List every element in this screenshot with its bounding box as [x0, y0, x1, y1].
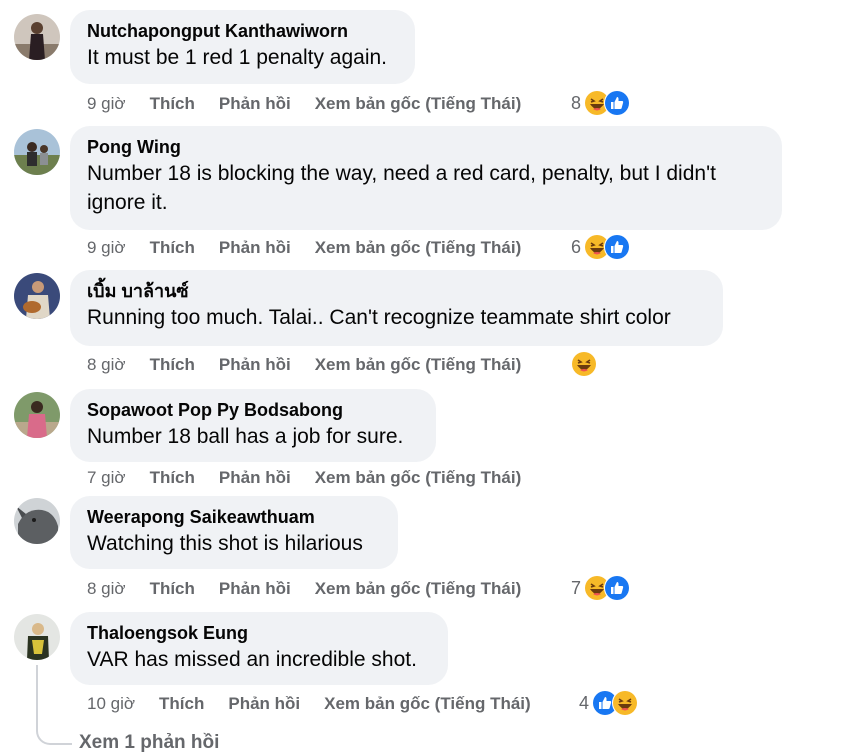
reply-button[interactable]: Phản hồi — [219, 94, 291, 114]
see-original-button[interactable]: Xem bản gốc (Tiếng Thái) — [315, 468, 522, 488]
comment-actions: 10 giờ Thích Phản hồi Xem bản gốc (Tiếng… — [87, 691, 531, 717]
avatar[interactable] — [14, 392, 60, 438]
comment-actions: 9 giờ Thích Phản hồi Xem bản gốc (Tiếng … — [87, 235, 521, 261]
haha-icon — [571, 351, 597, 377]
comment-timestamp[interactable]: 8 giờ — [87, 579, 126, 599]
comment-actions: 9 giờ Thích Phản hồi Xem bản gốc (Tiếng … — [87, 91, 521, 117]
like-button[interactable]: Thích — [150, 579, 195, 599]
see-original-button[interactable]: Xem bản gốc (Tiếng Thái) — [324, 694, 531, 714]
avatar[interactable] — [14, 129, 60, 175]
comment-actions: 7 giờ Thích Phản hồi Xem bản gốc (Tiếng … — [87, 465, 521, 491]
comment-author[interactable]: Nutchapongput Kanthawiworn — [87, 19, 397, 43]
comment-timestamp[interactable]: 10 giờ — [87, 694, 135, 714]
avatar[interactable] — [14, 14, 60, 60]
comment-author[interactable]: Sopawoot Pop Py Bodsabong — [87, 398, 418, 422]
like-button[interactable]: Thích — [150, 238, 195, 258]
comment-author[interactable]: Thaloengsok Eung — [87, 621, 430, 645]
comment-author[interactable]: Weerapong Saikeawthuam — [87, 505, 380, 529]
like-icon — [604, 90, 631, 116]
comment-text: Running too much. Talai.. Can't recogniz… — [87, 306, 671, 329]
comment-bubble: Thaloengsok Eung VAR has missed an incre… — [70, 612, 448, 685]
see-original-button[interactable]: Xem bản gốc (Tiếng Thái) — [315, 355, 522, 375]
comment-actions: 8 giờ Thích Phản hồi Xem bản gốc (Tiếng … — [87, 352, 521, 378]
comment-timestamp[interactable]: 7 giờ — [87, 468, 126, 488]
comment-text: Watching this shot is hilarious — [87, 532, 363, 555]
comment-bubble: Weerapong Saikeawthuam Watching this sho… — [70, 496, 398, 569]
comment-text: Number 18 is blocking the way, need a re… — [87, 162, 716, 214]
like-button[interactable]: Thích — [159, 694, 204, 714]
comment-timestamp[interactable]: 8 giờ — [87, 355, 126, 375]
see-original-button[interactable]: Xem bản gốc (Tiếng Thái) — [315, 94, 522, 114]
reply-button[interactable]: Phản hồi — [219, 468, 291, 488]
comment-text: VAR has missed an incredible shot. — [87, 648, 417, 671]
like-button[interactable]: Thích — [150, 355, 195, 375]
reaction-summary[interactable]: 7 — [571, 574, 631, 602]
reply-button[interactable]: Phản hồi — [219, 355, 291, 375]
comment-author[interactable]: เบิ้ม บาล้านซ์ — [87, 279, 705, 303]
like-button[interactable]: Thích — [150, 94, 195, 114]
reaction-count: 8 — [571, 92, 582, 113]
reaction-summary[interactable]: 4 — [579, 689, 639, 717]
reaction-summary[interactable]: 6 — [571, 233, 631, 261]
see-original-button[interactable]: Xem bản gốc (Tiếng Thái) — [315, 579, 522, 599]
reaction-summary[interactable]: 8 — [571, 89, 631, 117]
comment-text: It must be 1 red 1 penalty again. — [87, 46, 388, 69]
comment-bubble: Pong Wing Number 18 is blocking the way,… — [70, 126, 782, 230]
avatar[interactable] — [14, 273, 60, 319]
reaction-summary[interactable] — [568, 350, 597, 378]
comment-text: Number 18 ball has a job for sure. — [87, 425, 404, 448]
reaction-count: 4 — [579, 692, 590, 713]
view-replies-link[interactable]: Xem 1 phản hồi — [79, 732, 219, 754]
like-button[interactable]: Thích — [150, 468, 195, 488]
avatar[interactable] — [14, 614, 60, 660]
haha-icon — [612, 690, 639, 716]
like-icon — [604, 234, 631, 260]
comment-bubble: Nutchapongput Kanthawiworn It must be 1 … — [70, 10, 415, 84]
comment-actions: 8 giờ Thích Phản hồi Xem bản gốc (Tiếng … — [87, 576, 521, 602]
reply-button[interactable]: Phản hồi — [219, 579, 291, 599]
comment-bubble: เบิ้ม บาล้านซ์ Running too much. Talai..… — [70, 270, 723, 346]
comment-author[interactable]: Pong Wing — [87, 135, 764, 159]
comment-timestamp[interactable]: 9 giờ — [87, 94, 126, 114]
see-original-button[interactable]: Xem bản gốc (Tiếng Thái) — [315, 238, 522, 258]
reply-thread-line — [36, 665, 72, 745]
reaction-count: 6 — [571, 236, 582, 257]
reply-button[interactable]: Phản hồi — [219, 238, 291, 258]
comment-bubble: Sopawoot Pop Py Bodsabong Number 18 ball… — [70, 389, 436, 462]
like-icon — [604, 575, 631, 601]
comment-timestamp[interactable]: 9 giờ — [87, 238, 126, 258]
reply-button[interactable]: Phản hồi — [228, 694, 300, 714]
reaction-count: 7 — [571, 577, 582, 598]
avatar[interactable] — [14, 498, 60, 544]
